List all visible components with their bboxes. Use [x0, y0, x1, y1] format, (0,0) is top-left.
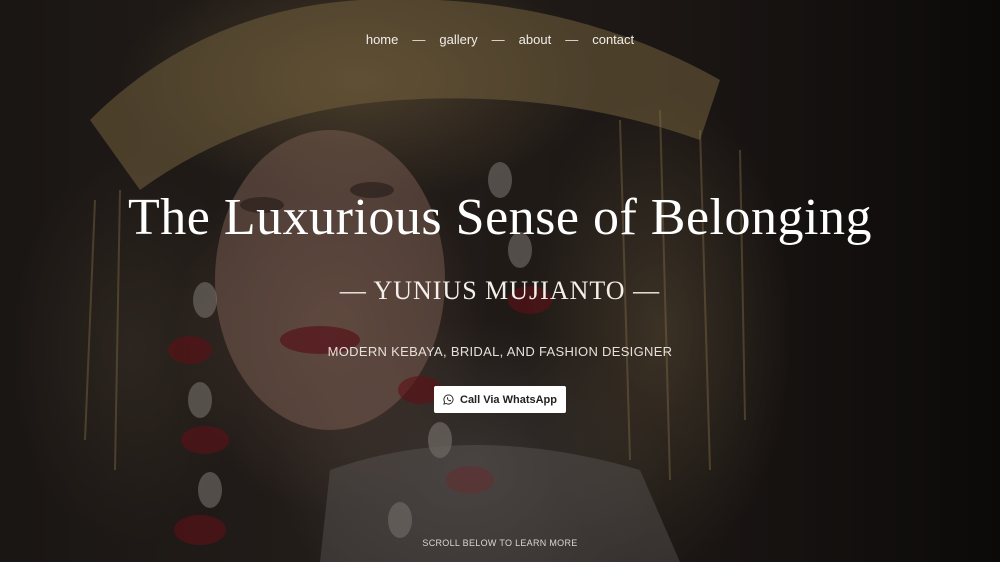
- nav-item-about[interactable]: about: [519, 32, 552, 47]
- designer-name: — YUNIUS MUJIANTO —: [339, 276, 661, 305]
- whatsapp-icon: [443, 394, 454, 405]
- nav-item-contact[interactable]: contact: [592, 32, 634, 47]
- scroll-hint: SCROLL BELOW TO LEARN MORE: [422, 538, 578, 548]
- nav-separator: —: [412, 32, 426, 47]
- whatsapp-call-button[interactable]: Call Via WhatsApp: [434, 386, 566, 413]
- page-title: The Luxurious Sense of Belonging: [128, 189, 872, 246]
- hero-section: home — gallery — about — contact The Lux…: [0, 0, 1000, 562]
- whatsapp-button-label: Call Via WhatsApp: [460, 393, 557, 406]
- main-nav: home — gallery — about — contact: [0, 32, 1000, 47]
- nav-item-gallery[interactable]: gallery: [439, 32, 477, 47]
- nav-item-home[interactable]: home: [366, 32, 399, 47]
- tagline: MODERN KEBAYA, BRIDAL, AND FASHION DESIG…: [327, 344, 673, 359]
- nav-separator: —: [565, 32, 579, 47]
- nav-separator: —: [491, 32, 505, 47]
